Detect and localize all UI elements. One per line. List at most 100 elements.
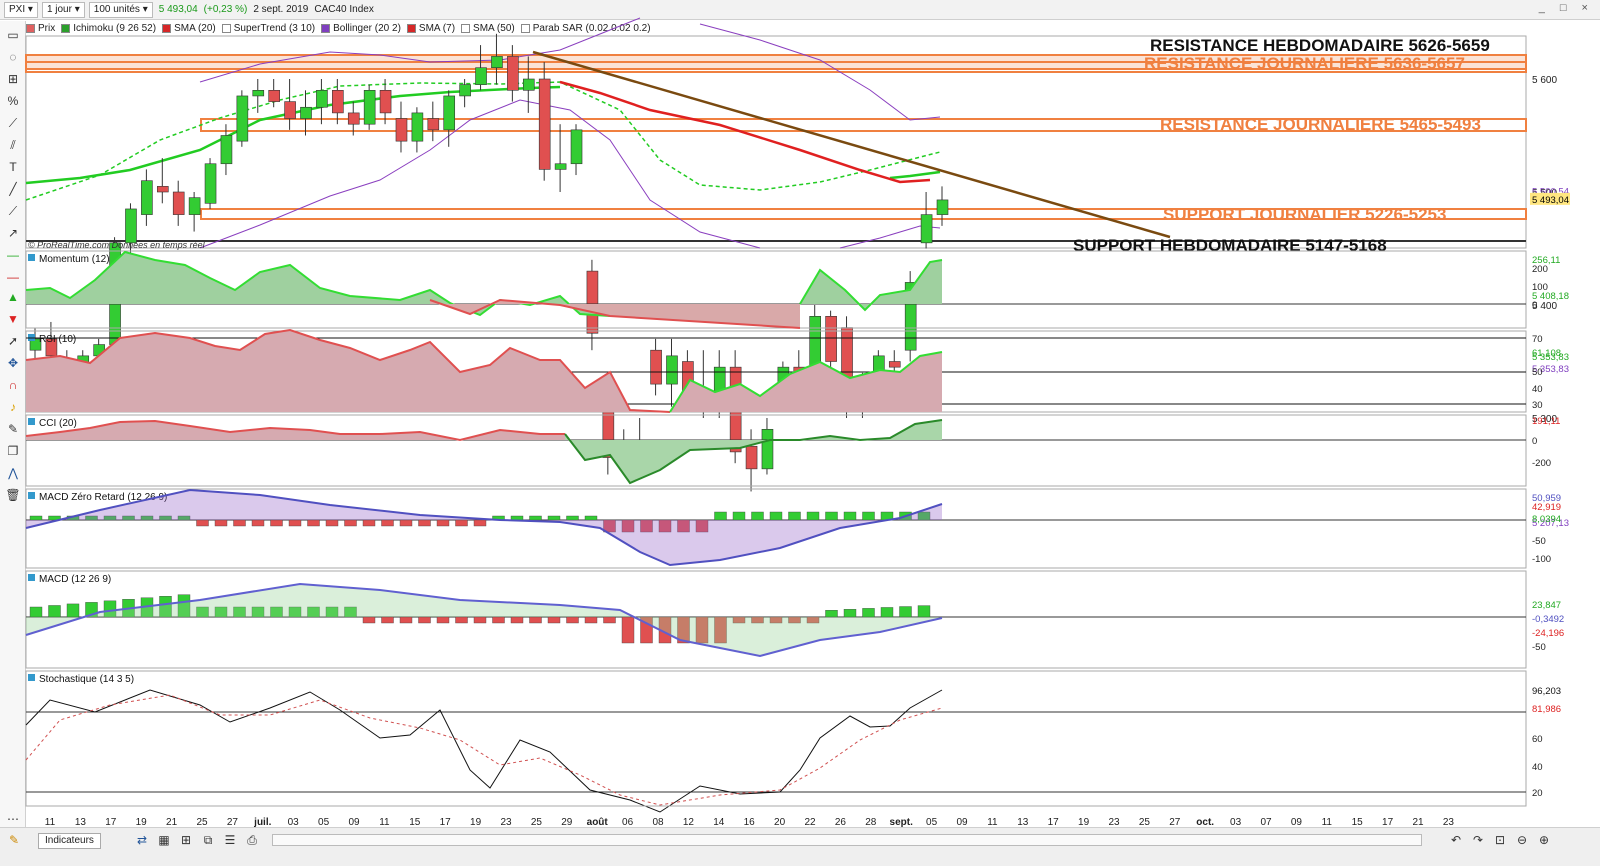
momentum-tick: 0: [1532, 300, 1537, 311]
layout-icon[interactable]: ⧉: [200, 832, 216, 848]
macd-histogram-bar: [862, 608, 875, 618]
candle-body: [538, 78, 551, 170]
candle-body: [156, 186, 169, 193]
draw-icon[interactable]: ✎: [6, 832, 22, 848]
candle-body: [888, 361, 901, 368]
macdzr-histogram-bar: [455, 519, 468, 527]
macdzr-histogram-bar: [473, 519, 487, 527]
zoom-fit-icon[interactable]: ⊡: [1492, 832, 1508, 848]
macd-histogram-bar: [48, 605, 61, 618]
candle-body: [554, 163, 567, 170]
x-tick-label: 21: [1412, 817, 1424, 827]
x-tick-label: 25: [1139, 817, 1151, 827]
stoch-tick: 60: [1532, 734, 1543, 745]
macd-histogram-bar: [880, 607, 894, 618]
grid-icon[interactable]: ⊞: [178, 832, 194, 848]
candle-body: [347, 112, 360, 125]
macdzr-tick: 42,919: [1532, 502, 1561, 513]
macd-histogram-bar: [492, 616, 505, 624]
macd-histogram-bar: [436, 616, 450, 624]
macd-histogram-bar: [843, 609, 857, 618]
candle-body: [300, 106, 312, 119]
macd-histogram-bar: [899, 606, 912, 618]
sma7-dashed-line: [25, 81, 941, 201]
candle-body: [825, 315, 837, 362]
candle-body: [379, 90, 392, 114]
macdzr-histogram-bar: [788, 511, 801, 521]
candle-body: [236, 95, 249, 142]
macd-histogram-bar: [381, 616, 394, 624]
macdzr-histogram-bar: [29, 515, 43, 521]
calendar-icon[interactable]: ▦: [156, 832, 172, 848]
candle-body: [666, 355, 678, 385]
macdzr-histogram-bar: [418, 519, 431, 527]
stoch-panel-title-swatch: [28, 674, 35, 681]
macdzr-histogram-bar: [751, 511, 764, 521]
x-tick-label: 11: [45, 817, 56, 827]
x-tick-label: sept.: [890, 817, 914, 827]
macd-histogram-bar: [917, 605, 931, 618]
x-tick-label: 17: [105, 817, 117, 827]
macdzr-histogram-bar: [547, 515, 561, 521]
bollinger-band-line: [199, 99, 761, 249]
horizontal-scrollbar[interactable]: [272, 834, 1422, 846]
macd-histogram-bar: [510, 616, 524, 624]
candle-body: [650, 349, 662, 385]
macd-histogram-bar: [66, 603, 80, 618]
annotation-sup-weekly: SUPPORT HEBDOMADAIRE 5147-5168: [1073, 236, 1387, 255]
share-icon[interactable]: ⇄: [134, 832, 150, 848]
macd-panel-title: MACD (12 26 9): [39, 574, 111, 585]
macdzr-histogram-bar: [307, 519, 320, 527]
rsi-tick: 40: [1532, 384, 1543, 395]
print-icon[interactable]: ⎙: [244, 832, 260, 848]
cci-panel-frame: [25, 414, 1527, 487]
x-tick-label: 27: [227, 817, 239, 827]
rsi-tick: 50: [1532, 367, 1543, 378]
momentum-rebound-area: [800, 260, 942, 310]
zoom-out-icon[interactable]: ⊖: [1514, 832, 1530, 848]
x-tick-label: 05: [926, 817, 938, 827]
x-tick-label: 29: [561, 817, 573, 827]
annotation-sup-daily: SUPPORT JOURNALIER 5226-5253: [1163, 205, 1446, 224]
forward-icon[interactable]: ↷: [1470, 832, 1486, 848]
chart-area[interactable]: 5 7005 6005 5005 4005 3005 500,545 493,0…: [0, 0, 1600, 827]
x-tick-label: 19: [136, 817, 148, 827]
macdzr-histogram-bar: [270, 519, 283, 527]
candle-body: [570, 129, 583, 165]
x-tick-label: 09: [956, 817, 968, 827]
candle-body: [188, 197, 201, 215]
panels-icon[interactable]: ☰: [222, 832, 238, 848]
x-tick-label: oct.: [1196, 817, 1214, 827]
x-tick-label: 22: [804, 817, 816, 827]
candle-body: [332, 90, 344, 114]
macd-histogram-bar: [362, 616, 376, 624]
annotation-res-weekly: RESISTANCE HEBDOMADAIRE 5626-5659: [1150, 36, 1490, 55]
x-tick-label: 17: [1048, 817, 1060, 827]
macdzr-histogram-bar: [196, 519, 209, 527]
back-icon[interactable]: ↶: [1448, 832, 1464, 848]
macdzr-histogram-bar: [214, 519, 228, 527]
macd-histogram-bar: [455, 616, 468, 624]
indicators-button[interactable]: Indicateurs: [38, 833, 101, 849]
x-tick-label: 23: [1443, 817, 1455, 827]
macd-tick: 23,847: [1532, 600, 1561, 611]
momentum-panel-title-swatch: [28, 254, 35, 261]
rsi-down-area: [26, 330, 670, 412]
macdzr-histogram-bar: [862, 511, 875, 521]
x-tick-label: 11: [1322, 817, 1333, 827]
x-tick-label: août: [587, 817, 609, 827]
x-tick-label: 05: [318, 817, 330, 827]
x-tick-label: 07: [1260, 817, 1272, 827]
x-tick-label: 06: [622, 817, 634, 827]
macdzr-histogram-bar: [732, 511, 746, 521]
stoch-tick: 96,203: [1532, 686, 1561, 697]
momentum-tick: 100: [1532, 282, 1548, 293]
x-tick-label: 17: [1382, 817, 1394, 827]
candle-body: [172, 191, 185, 215]
zoom-in-icon[interactable]: ⊕: [1536, 832, 1552, 848]
rsi-tick: 61,108: [1532, 348, 1561, 359]
x-tick-label: 27: [1169, 817, 1181, 827]
cci-tick: 191,11: [1532, 416, 1560, 427]
x-tick-label: 26: [835, 817, 847, 827]
x-tick-label: 25: [196, 817, 208, 827]
